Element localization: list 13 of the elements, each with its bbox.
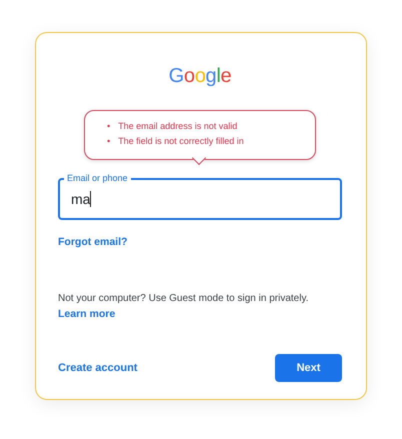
logo: Google [168,65,232,87]
next-button[interactable]: Next [275,354,342,382]
create-account-link[interactable]: Create account [58,362,138,374]
forgot-email-link[interactable]: Forgot email? [58,236,128,248]
learn-more-link[interactable]: Learn more [58,308,116,320]
error-message: The email address is not valid [118,120,238,133]
error-message: The field is not correctly filled in [118,135,244,148]
field-label: Email or phone [64,172,131,184]
bullet: • [107,135,110,148]
guest-mode-note: Not your computer? Use Guest mode to sign in privately. [58,292,308,305]
text-cursor [90,191,92,207]
field-value: ma [71,191,90,207]
bullet: • [107,120,110,133]
